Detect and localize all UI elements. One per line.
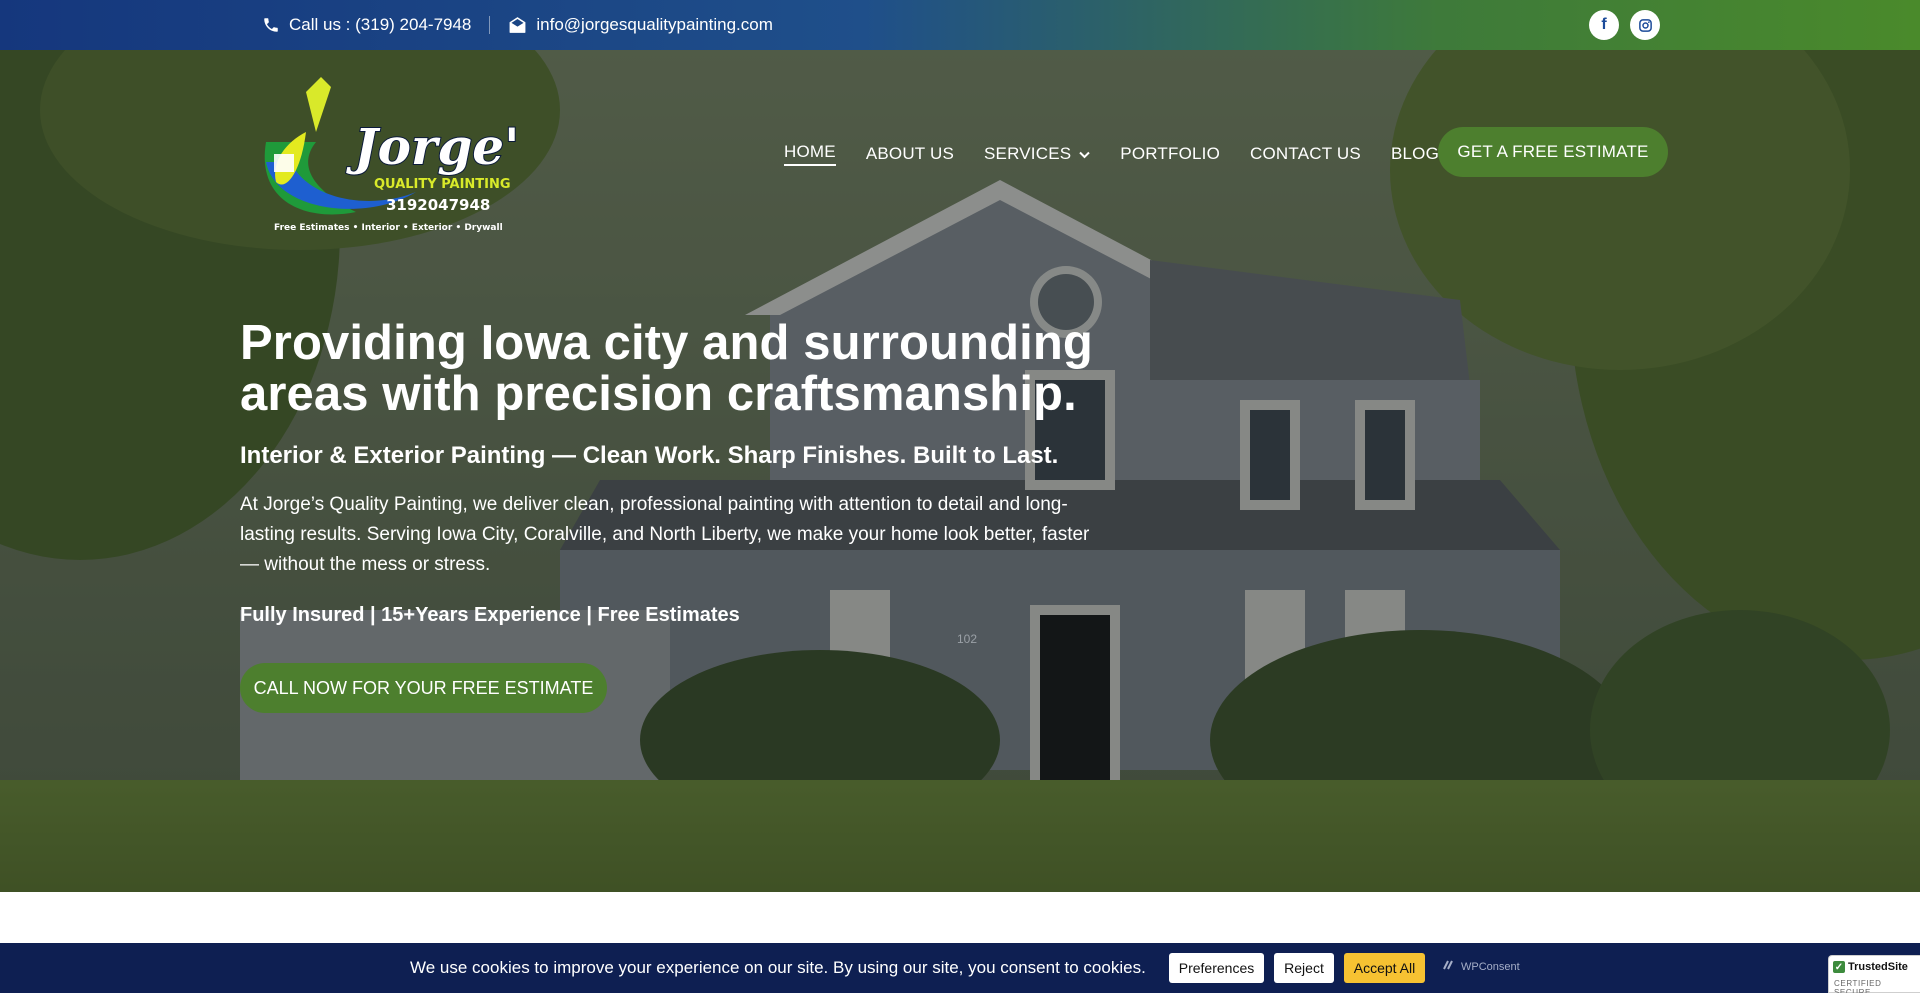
wpconsent-label: WPConsent — [1461, 960, 1520, 973]
phone-icon — [262, 16, 280, 34]
email-link[interactable]: info@jorgesqualitypainting.com — [508, 15, 773, 35]
instagram-button[interactable] — [1630, 10, 1660, 40]
cookie-reject-button[interactable]: Reject — [1274, 953, 1334, 983]
wpconsent-badge[interactable]: WPConsent — [1443, 960, 1520, 973]
contact-info: Call us : (319) 204-7948 info@jorgesqual… — [262, 0, 773, 50]
nav-about-us[interactable]: ABOUT US — [866, 144, 954, 164]
top-contact-bar: Call us : (319) 204-7948 info@jorgesqual… — [0, 0, 1920, 50]
facebook-icon: f — [1601, 16, 1607, 33]
logo-tagline: QUALITY PAINTING — [374, 177, 511, 192]
get-free-estimate-button[interactable]: GET A FREE ESTIMATE — [1438, 127, 1668, 177]
logo-phone: 3192047948 — [386, 196, 490, 214]
phone-label: Call us : (319) 204-7948 — [289, 15, 472, 34]
nav-blog[interactable]: BLOG — [1391, 144, 1439, 164]
call-now-button[interactable]: CALL NOW FOR YOUR FREE ESTIMATE — [240, 663, 607, 713]
chevron-down-icon — [1079, 144, 1090, 164]
nav-services-label: SERVICES — [984, 144, 1072, 163]
phone-link[interactable]: Call us : (319) 204-7948 — [262, 15, 471, 35]
nav-portfolio[interactable]: PORTFOLIO — [1120, 144, 1220, 164]
house-number: 102 — [957, 632, 978, 646]
divider — [489, 16, 491, 34]
checkmark-icon: ✓ — [1833, 961, 1845, 973]
trustedsite-subtitle: CERTIFIED SECURE — [1834, 979, 1882, 993]
hero-headline: Providing Iowa city and surrounding area… — [240, 316, 1093, 421]
email-label: info@jorgesqualitypainting.com — [536, 15, 773, 34]
nav-services[interactable]: SERVICES — [984, 144, 1090, 164]
facebook-button[interactable]: f — [1589, 10, 1619, 40]
hero-section: Jorge's QUALITY PAINTING 3192047948 Free… — [0, 50, 1920, 892]
hero-features: Fully Insured | 15+Years Experience | Fr… — [240, 604, 740, 626]
logo-services: Free Estimates • Interior • Exterior • D… — [274, 223, 503, 233]
wpconsent-icon — [1443, 960, 1457, 973]
logo-brand: Jorge's — [346, 117, 516, 176]
trustedsite-badge[interactable]: ✓ TrustedSite CERTIFIED SECURE — [1828, 955, 1920, 993]
instagram-icon — [1638, 18, 1653, 33]
hero-paragraph: At Jorge’s Quality Painting, we deliver … — [240, 494, 1090, 575]
nav-home[interactable]: HOME — [784, 142, 836, 166]
company-logo[interactable]: Jorge's QUALITY PAINTING 3192047948 Free… — [246, 72, 549, 242]
social-links: f — [1589, 10, 1660, 40]
nav-contact-us[interactable]: CONTACT US — [1250, 144, 1361, 164]
hero-subheadline: Interior & Exterior Painting — Clean Wor… — [240, 442, 1059, 469]
cookie-banner: We use cookies to improve your experienc… — [0, 943, 1920, 993]
cookie-accept-all-button[interactable]: Accept All — [1344, 953, 1425, 983]
main-navigation: HOME ABOUT US SERVICES PORTFOLIO CONTACT… — [784, 142, 1469, 166]
cookie-preferences-button[interactable]: Preferences — [1169, 953, 1264, 983]
envelope-icon — [508, 16, 527, 34]
trustedsite-title: TrustedSite — [1848, 961, 1908, 973]
cookie-message: We use cookies to improve your experienc… — [410, 958, 1146, 977]
